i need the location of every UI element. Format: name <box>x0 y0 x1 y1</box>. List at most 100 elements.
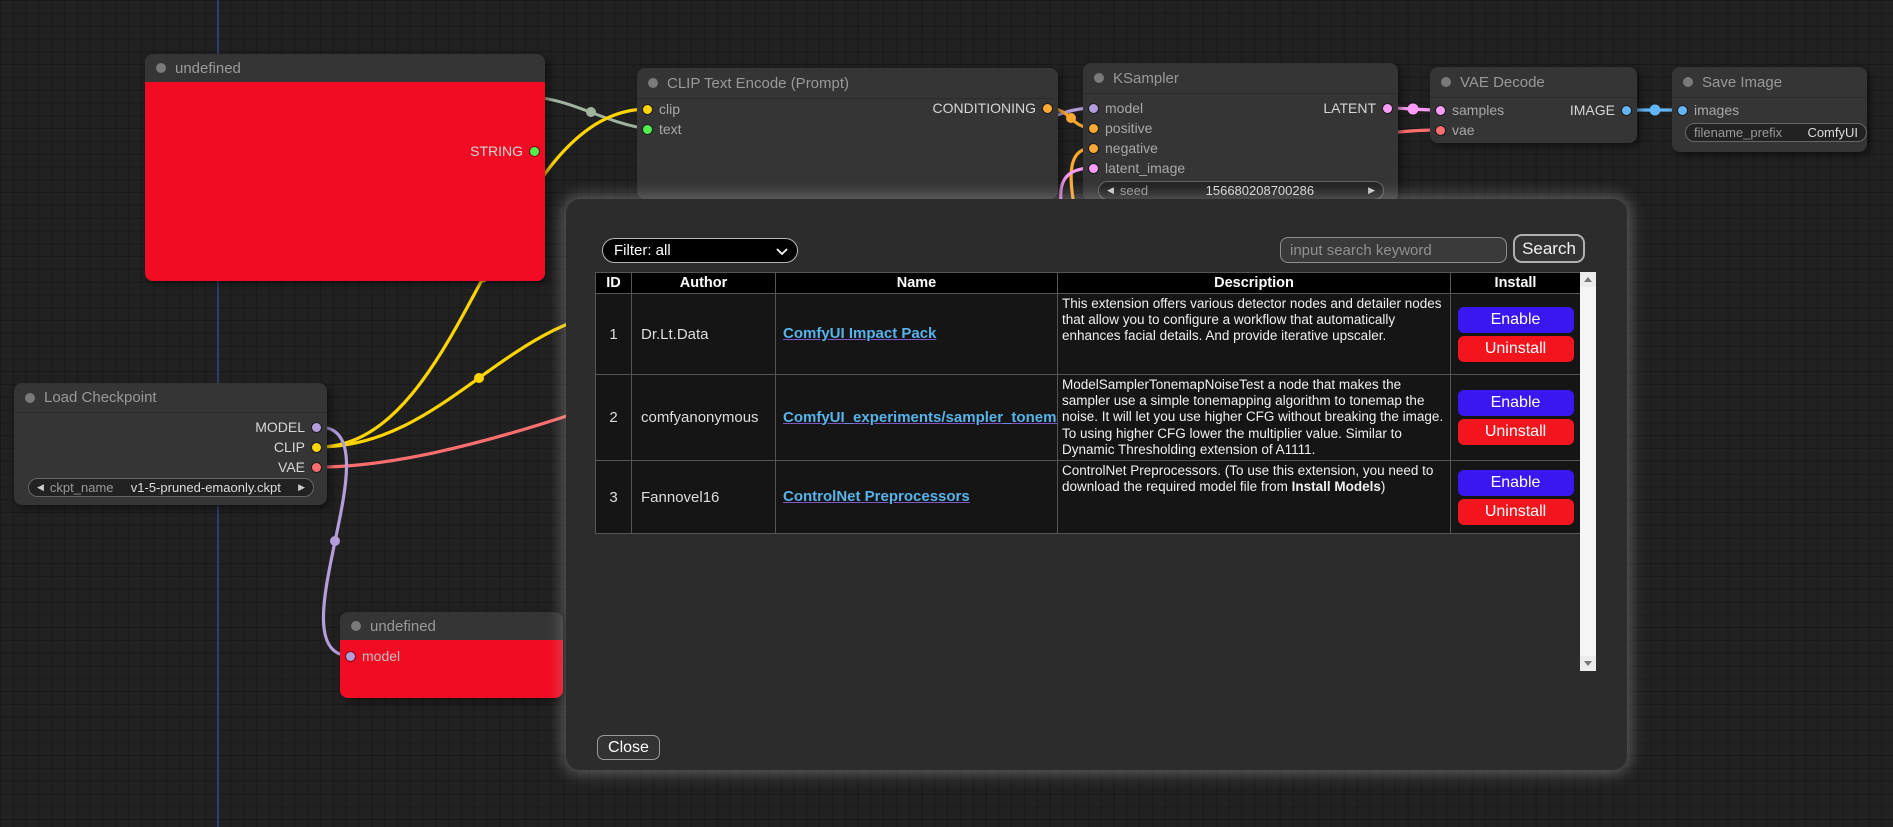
extension-table: ID Author Name Description Install 1 Dr.… <box>595 272 1581 534</box>
scrollbar[interactable] <box>1580 272 1596 671</box>
enable-button[interactable]: Enable <box>1458 307 1574 333</box>
input-label: model <box>362 648 400 664</box>
table-row: 2 comfyanonymous ComfyUI_experiments/sam… <box>596 375 1581 461</box>
prev-arrow-icon[interactable]: ◀ <box>37 479 44 496</box>
output-slot-dot[interactable] <box>312 423 321 432</box>
input-label: vae <box>1452 122 1475 138</box>
output-slot-dot[interactable] <box>312 463 321 472</box>
enable-button[interactable]: Enable <box>1458 470 1574 496</box>
scroll-up-button[interactable] <box>1580 272 1596 287</box>
cell-id: 1 <box>596 294 632 375</box>
extension-link[interactable]: ComfyUI Impact Pack <box>783 325 936 342</box>
wire-dot <box>586 107 596 117</box>
cell-id: 3 <box>596 461 632 534</box>
cell-description: ControlNet Preprocessors. (To use this e… <box>1058 461 1451 534</box>
node-load-checkpoint[interactable]: Load Checkpoint MODEL CLIP VAE ◀ ckpt_na… <box>14 383 327 505</box>
col-header-name: Name <box>776 273 1058 294</box>
input-slot-dot[interactable] <box>1089 144 1098 153</box>
cell-description: ModelSamplerTonemapNoiseTest a node that… <box>1058 375 1451 461</box>
output-slot-dot[interactable] <box>1622 106 1631 115</box>
collapse-dot-icon[interactable] <box>1094 73 1104 83</box>
wire-dot <box>1066 113 1076 123</box>
arrow-up-icon <box>1584 277 1592 282</box>
widget-value: v1-5-pruned-emaonly.ckpt <box>131 480 281 495</box>
widget-value: ComfyUI <box>1807 125 1858 140</box>
cell-install: Enable Uninstall <box>1451 461 1581 534</box>
uninstall-button[interactable]: Uninstall <box>1458 499 1574 525</box>
output-label: CONDITIONING <box>933 100 1036 116</box>
output-label: CLIP <box>274 439 305 455</box>
node-title-bar: Save Image <box>1672 67 1867 98</box>
input-slot-dot[interactable] <box>1089 164 1098 173</box>
uninstall-button[interactable]: Uninstall <box>1458 419 1574 445</box>
widget-name: filename_prefix <box>1694 125 1782 140</box>
uninstall-button[interactable]: Uninstall <box>1458 336 1574 362</box>
wire-dot <box>330 536 340 546</box>
cell-author: Fannovel16 <box>632 461 776 534</box>
cell-install: Enable Uninstall <box>1451 375 1581 461</box>
input-slot-dot[interactable] <box>1436 126 1445 135</box>
node-title-bar: undefined <box>145 54 545 83</box>
col-header-install: Install <box>1451 273 1581 294</box>
collapse-dot-icon[interactable] <box>648 78 658 88</box>
node-title: VAE Decode <box>1460 74 1545 91</box>
output-slot-dot[interactable] <box>530 147 539 156</box>
collapse-dot-icon[interactable] <box>351 621 361 631</box>
collapse-dot-icon[interactable] <box>156 63 166 73</box>
comfyui-canvas: undefined STRING CLIP Text Encode (Promp… <box>0 0 1893 827</box>
node-save-image[interactable]: Save Image images filename_prefix ComfyU… <box>1672 67 1867 152</box>
input-slot-dot[interactable] <box>346 652 355 661</box>
extension-link[interactable]: ControlNet Preprocessors <box>783 488 970 505</box>
ckpt-name-widget[interactable]: ◀ ckpt_name v1-5-pruned-emaonly.ckpt ▶ <box>28 478 314 497</box>
node-vae-decode[interactable]: VAE Decode samples vae IMAGE <box>1430 67 1637 143</box>
node-undefined-top[interactable]: undefined STRING <box>145 54 545 281</box>
cell-author: Dr.Lt.Data <box>632 294 776 375</box>
enable-button[interactable]: Enable <box>1458 390 1574 416</box>
node-undefined-bottom[interactable]: undefined model <box>340 612 563 698</box>
decrement-arrow-icon[interactable]: ◀ <box>1107 182 1114 199</box>
table-row: 3 Fannovel16 ControlNet Preprocessors Co… <box>596 461 1581 534</box>
output-slot-dot[interactable] <box>1043 104 1052 113</box>
node-title-bar: KSampler <box>1083 63 1398 94</box>
input-slot-dot[interactable] <box>1678 106 1687 115</box>
node-title-bar: Load Checkpoint <box>14 383 327 413</box>
input-label: negative <box>1105 140 1158 156</box>
input-slot-dot[interactable] <box>1089 124 1098 133</box>
input-slot-dot[interactable] <box>643 125 652 134</box>
col-header-description: Description <box>1058 273 1451 294</box>
collapse-dot-icon[interactable] <box>1683 77 1693 87</box>
collapse-dot-icon[interactable] <box>25 393 35 403</box>
table-row: 1 Dr.Lt.Data ComfyUI Impact Pack This ex… <box>596 294 1581 375</box>
output-slot-dot[interactable] <box>1383 104 1392 113</box>
next-arrow-icon[interactable]: ▶ <box>298 479 305 496</box>
cell-install: Enable Uninstall <box>1451 294 1581 375</box>
scroll-down-button[interactable] <box>1580 656 1596 671</box>
node-title: undefined <box>175 60 241 77</box>
close-button[interactable]: Close <box>597 735 660 760</box>
node-title: CLIP Text Encode (Prompt) <box>667 75 849 92</box>
output-label: IMAGE <box>1570 102 1615 118</box>
widget-name: seed <box>1120 183 1148 198</box>
increment-arrow-icon[interactable]: ▶ <box>1368 182 1375 199</box>
node-title: Save Image <box>1702 74 1782 91</box>
wire-string-text <box>535 97 648 129</box>
search-input[interactable] <box>1280 237 1507 263</box>
node-title: undefined <box>370 618 436 635</box>
input-label: positive <box>1105 120 1152 136</box>
widget-value: 156680208700286 <box>1206 183 1314 198</box>
extension-link[interactable]: ComfyUI_experiments/sampler_tonemap <box>783 409 1058 426</box>
node-ksampler[interactable]: KSampler model positive negative latent_… <box>1083 63 1398 202</box>
filename-prefix-widget[interactable]: filename_prefix ComfyUI <box>1685 123 1867 142</box>
output-slot-dot[interactable] <box>312 443 321 452</box>
widget-name: ckpt_name <box>50 480 114 495</box>
filter-dropdown[interactable]: Filter: all <box>602 238 798 263</box>
node-title-bar: VAE Decode <box>1430 67 1637 98</box>
input-label: images <box>1694 102 1739 118</box>
collapse-dot-icon[interactable] <box>1441 77 1451 87</box>
seed-widget[interactable]: ◀ seed 156680208700286 ▶ <box>1098 181 1384 200</box>
node-error-body <box>145 82 545 281</box>
output-label: MODEL <box>255 419 305 435</box>
wire-dot <box>1408 104 1419 115</box>
node-clip-text-encode[interactable]: CLIP Text Encode (Prompt) clip text COND… <box>637 68 1058 199</box>
search-button[interactable]: Search <box>1513 234 1585 263</box>
